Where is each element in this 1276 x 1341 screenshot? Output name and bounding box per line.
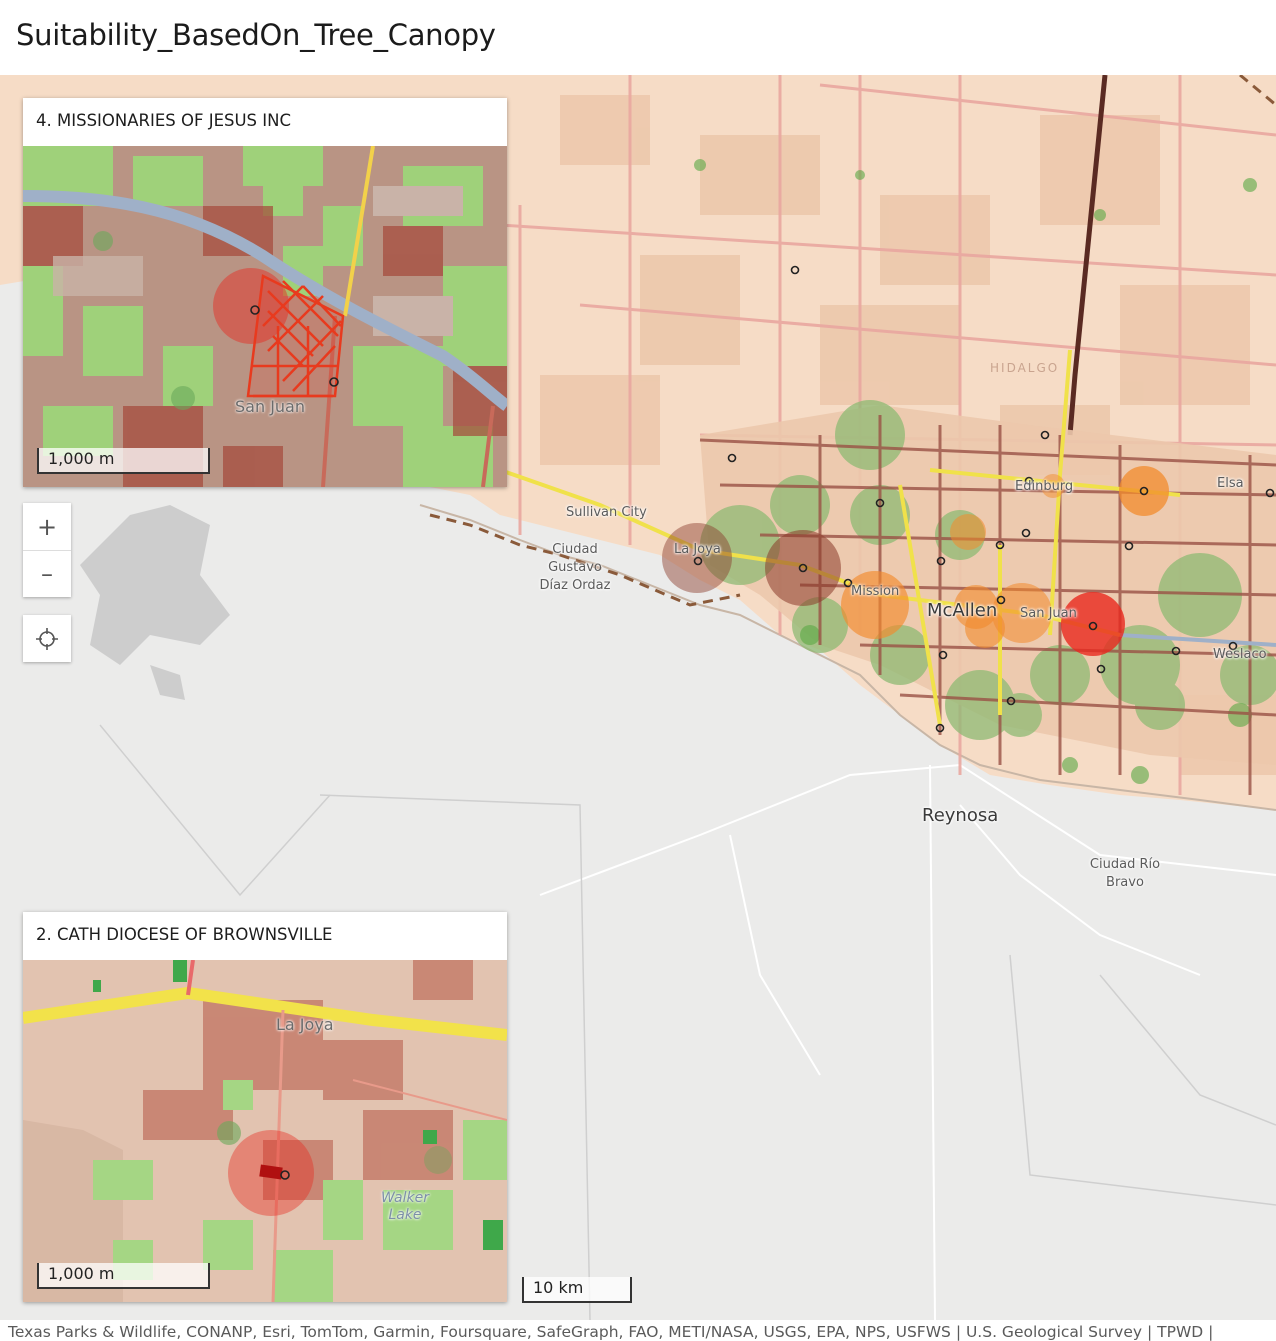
inset-scale-bar: 1,000 m: [37, 1263, 210, 1289]
map-title: Suitability_BasedOn_Tree_Canopy: [16, 18, 496, 52]
label-ciudad-rio-bravo: Ciudad Río Bravo: [1080, 856, 1170, 892]
label-sullivan-city: Sullivan City: [566, 505, 647, 520]
inset-map-graphic: [23, 960, 507, 1302]
inset-title: 2. CATH DIOCESE OF BROWNSVILLE: [36, 925, 333, 944]
falcon-reservoir: [80, 505, 230, 665]
label-mcallen: McAllen: [927, 600, 998, 621]
inset-missionaries-of-jesus: 4. MISSIONARIES OF JESUS INC San Juan 1,…: [23, 98, 507, 487]
inset-title: 4. MISSIONARIES OF JESUS INC: [36, 111, 292, 130]
label-hidalgo: HIDALGO: [990, 361, 1060, 375]
label-line: Díaz Ordaz: [539, 578, 611, 593]
label-line: Lake: [388, 1207, 422, 1223]
label-line: Ciudad: [552, 542, 598, 557]
label-line: Bravo: [1106, 875, 1144, 890]
map-scale-bar: 10 km: [522, 1277, 632, 1303]
inset-map-graphic: [23, 146, 507, 487]
inset-map[interactable]: La Joya Walker Lake 1,000 m: [23, 960, 507, 1302]
label-line: Ciudad Río: [1089, 857, 1161, 872]
label-line: Gustavo: [548, 560, 602, 575]
zoom-out-button[interactable]: –: [23, 550, 71, 597]
inset-cath-diocese-brownsville: 2. CATH DIOCESE OF BROWNSVILLE La Joya W…: [23, 912, 507, 1302]
mexico-roads: [539, 763, 1276, 1320]
inset-label-san-juan: San Juan: [235, 397, 305, 416]
inset-label-la-joya: La Joya: [276, 1015, 334, 1034]
label-weslaco: Weslaco: [1213, 647, 1267, 662]
inset-scale-bar: 1,000 m: [37, 448, 210, 474]
map-attribution: Texas Parks & Wildlife, CONANP, Esri, To…: [0, 1320, 1276, 1341]
label-edinburg: Edinburg: [1015, 479, 1074, 494]
label-san-juan: San Juan: [1020, 606, 1077, 621]
label-mission: Mission: [851, 584, 900, 599]
label-elsa: Elsa: [1217, 476, 1244, 491]
label-la-joya: La Joya: [674, 542, 721, 557]
locate-button[interactable]: [23, 615, 71, 662]
zoom-controls: + –: [23, 503, 71, 597]
zoom-in-button[interactable]: +: [23, 503, 71, 550]
crosshair-icon: [36, 627, 58, 650]
inset-map[interactable]: San Juan 1,000 m: [23, 146, 507, 487]
label-reynosa: Reynosa: [922, 805, 999, 826]
inset-label-walker-lake: Walker Lake: [375, 1190, 435, 1224]
label-line: Walker: [380, 1190, 430, 1206]
label-ciudad-gustavo-diaz-ordaz: Ciudad Gustavo Díaz Ordaz: [533, 541, 617, 595]
